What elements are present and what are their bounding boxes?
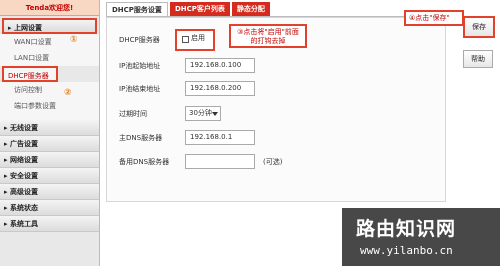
sidebar-item-label: 端口参数设置 xyxy=(14,102,56,110)
nav-section-status[interactable]: ▸ 系统状态 xyxy=(0,200,99,216)
dhcp-enable-highlight: 启用 xyxy=(175,29,215,51)
sidebar-item-access-control[interactable]: 访问控制 xyxy=(0,82,99,98)
nav-section-label: 系统状态 xyxy=(9,204,38,212)
nav-section-label: 系统工具 xyxy=(9,220,38,228)
nav-section-internet-settings[interactable]: ▸ 上网设置 xyxy=(2,18,97,34)
sidebar: Tenda欢迎您! ▸ 上网设置 ① WAN口设置 LAN口设置 DHCP服务器… xyxy=(0,0,100,266)
nav-section-label: 广告设置 xyxy=(9,140,38,148)
sidebar-item-label: DHCP服务器 xyxy=(8,72,49,80)
optional-hint: (可选) xyxy=(263,158,283,166)
backup-dns-input[interactable] xyxy=(185,154,255,169)
nav-section-network[interactable]: ▸ 网络设置 xyxy=(0,152,99,168)
primary-dns-label: 主DNS服务器 xyxy=(119,134,163,142)
lease-time-select[interactable]: 30分钟 xyxy=(185,106,221,121)
sidebar-item-lan[interactable]: LAN口设置 xyxy=(0,50,99,66)
nav-section-security[interactable]: ▸ 安全设置 xyxy=(0,168,99,184)
step-4-callout: ④点击"保存" xyxy=(404,10,464,26)
step-3-callout: ③点击将"启用"前面的打钩去掉 xyxy=(229,24,307,48)
brand-header: Tenda欢迎您! xyxy=(0,0,99,16)
save-button[interactable]: 保存 xyxy=(463,16,495,38)
backup-dns-label: 备用DNS服务器 xyxy=(119,158,170,166)
nav-section-ads[interactable]: ▸ 广告设置 xyxy=(0,136,99,152)
sidebar-item-label: 访问控制 xyxy=(14,86,42,94)
watermark: 路由知识网 www.yilanbo.cn xyxy=(342,208,500,266)
end-ip-label: IP池结束地址 xyxy=(119,85,161,93)
nav-section-label: 无线设置 xyxy=(9,124,38,132)
nav-section-advanced[interactable]: ▸ 高级设置 xyxy=(0,184,99,200)
tab-dhcp-service[interactable]: DHCP服务设置 xyxy=(106,2,168,16)
dhcp-enable-label: 启用 xyxy=(191,34,205,42)
end-ip-input[interactable]: 192.168.0.200 xyxy=(185,81,255,96)
sidebar-item-wan[interactable]: WAN口设置 xyxy=(0,34,99,50)
dhcp-enable-checkbox[interactable] xyxy=(182,36,189,43)
nav-section-label: 高级设置 xyxy=(9,188,38,196)
start-ip-label: IP池起始地址 xyxy=(119,62,161,70)
nav-section-wireless[interactable]: ▸ 无线设置 xyxy=(0,120,99,136)
sidebar-item-port-params[interactable]: 端口参数设置 xyxy=(0,98,99,114)
sidebar-item-dhcp[interactable]: DHCP服务器 xyxy=(2,66,58,82)
tab-static-assign[interactable]: 静态分配 xyxy=(231,2,270,16)
nav-section-label: 安全设置 xyxy=(9,172,38,180)
step-number-1: ① xyxy=(70,35,78,45)
primary-dns-input[interactable]: 192.168.0.1 xyxy=(185,130,255,145)
watermark-url: www.yilanbo.cn xyxy=(360,244,453,257)
sidebar-item-label: LAN口设置 xyxy=(14,54,50,62)
watermark-title: 路由知识网 xyxy=(356,218,457,240)
sidebar-item-label: WAN口设置 xyxy=(14,38,52,46)
collapse-icon: ▸ xyxy=(8,24,12,32)
nav-section-label: 网络设置 xyxy=(9,156,38,164)
nav-section-tools[interactable]: ▸ 系统工具 xyxy=(0,216,99,232)
start-ip-input[interactable]: 192.168.0.100 xyxy=(185,58,255,73)
tab-bar: DHCP服务设置 DHCP客户列表 静态分配 xyxy=(106,2,272,16)
dhcp-server-label: DHCP服务器 xyxy=(119,36,160,44)
lease-time-label: 过期时间 xyxy=(119,110,147,118)
step-number-2: ② xyxy=(64,88,72,98)
lease-time-value: 30分钟 xyxy=(189,109,212,117)
tab-dhcp-clients[interactable]: DHCP客户列表 xyxy=(169,2,230,16)
nav-section-label: 上网设置 xyxy=(13,24,42,32)
chevron-down-icon xyxy=(212,112,218,116)
help-button[interactable]: 帮助 xyxy=(463,50,493,68)
